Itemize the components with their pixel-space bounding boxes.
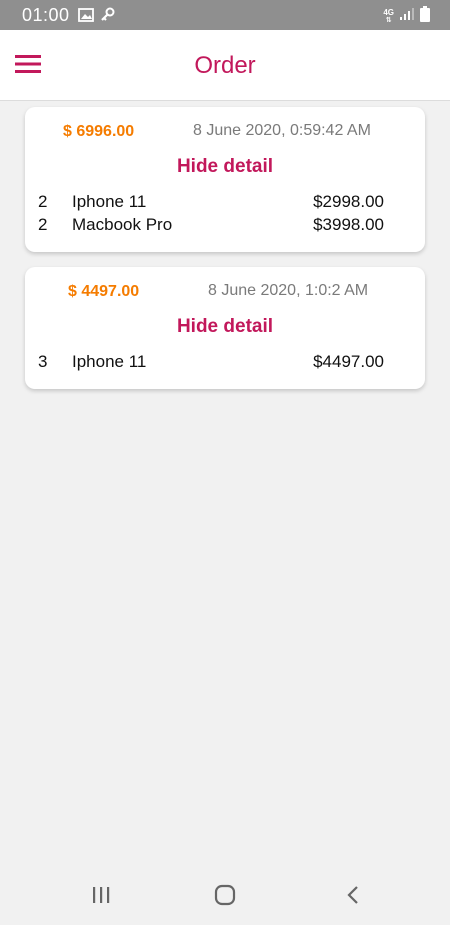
- status-bar: 01:00 4G ⇅: [0, 0, 450, 30]
- order-card: $ 4497.00 8 June 2020, 1:0:2 AM Hide det…: [25, 267, 425, 389]
- hide-detail-button[interactable]: Hide detail: [38, 156, 412, 178]
- status-left-icons: [78, 7, 116, 28]
- order-item-row: 3 Iphone 11 $4497.00: [38, 352, 412, 375]
- network-type: 4G ⇅: [383, 8, 394, 25]
- order-list: $ 6996.00 8 June 2020, 0:59:42 AM Hide d…: [25, 107, 425, 404]
- order-header: $ 6996.00 8 June 2020, 0:59:42 AM: [38, 121, 412, 143]
- recent-apps-button[interactable]: [86, 885, 116, 909]
- back-icon: [345, 884, 361, 911]
- item-name: Iphone 11: [72, 192, 147, 211]
- order-date: 8 June 2020, 0:59:42 AM: [193, 122, 371, 139]
- item-price: $2998.00: [313, 192, 384, 211]
- app-bar: Order: [0, 30, 450, 101]
- page-title: Order: [194, 52, 256, 79]
- back-button[interactable]: [338, 885, 368, 909]
- image-icon: [78, 8, 94, 27]
- item-price: $4497.00: [313, 352, 384, 371]
- order-header: $ 4497.00 8 June 2020, 1:0:2 AM: [38, 281, 412, 303]
- item-quantity: 2: [38, 215, 48, 234]
- order-total: $ 6996.00: [63, 123, 135, 140]
- signal-icon: [399, 7, 415, 26]
- home-button[interactable]: [210, 884, 240, 911]
- item-quantity: 3: [38, 352, 48, 371]
- status-time: 01:00: [22, 5, 70, 25]
- key-icon: [100, 7, 116, 28]
- item-name: Macbook Pro: [72, 215, 173, 234]
- order-item-row: 2 Macbook Pro $3998.00: [38, 215, 412, 238]
- item-price: $3998.00: [313, 215, 384, 234]
- status-right: 4G ⇅: [383, 6, 430, 27]
- recent-apps-icon: [91, 885, 111, 910]
- home-icon: [214, 884, 236, 911]
- item-quantity: 2: [38, 192, 48, 211]
- order-card: $ 6996.00 8 June 2020, 0:59:42 AM Hide d…: [25, 107, 425, 252]
- navigation-bar: [0, 865, 450, 925]
- battery-icon: [420, 6, 430, 27]
- item-name: Iphone 11: [72, 352, 147, 371]
- order-date: 8 June 2020, 1:0:2 AM: [208, 282, 369, 299]
- order-item-row: 2 Iphone 11 $2998.00: [38, 192, 412, 215]
- hide-detail-button[interactable]: Hide detail: [38, 316, 412, 338]
- order-total: $ 4497.00: [68, 283, 140, 300]
